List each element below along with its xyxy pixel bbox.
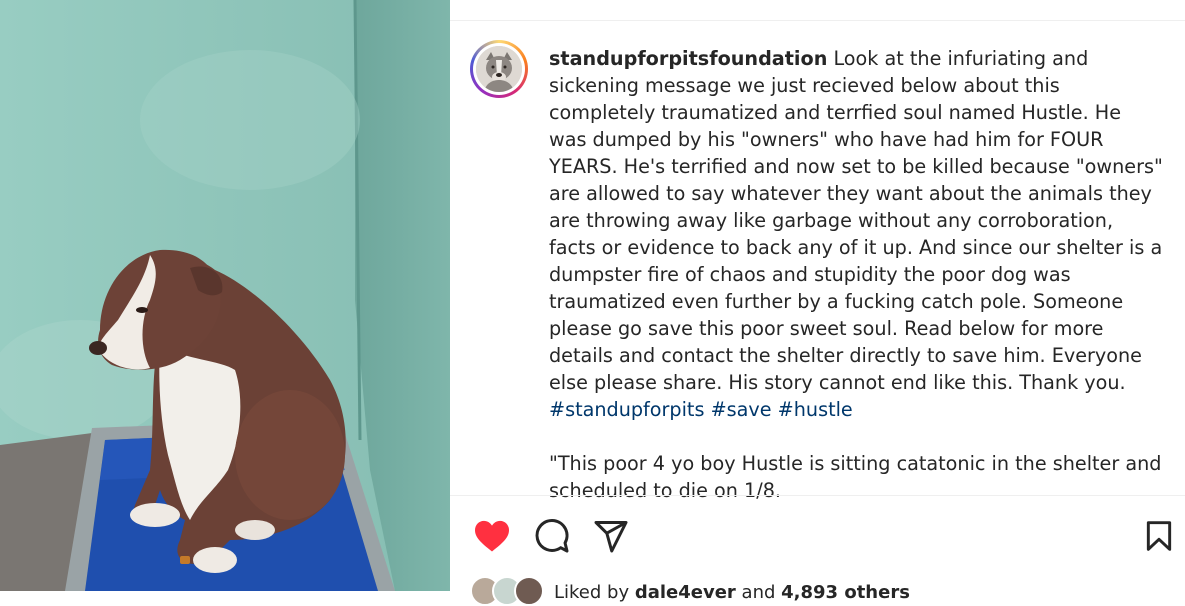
avatar [476,46,522,92]
like-button[interactable] [472,516,512,556]
post-photo[interactable] [0,0,450,591]
liker-username[interactable]: dale4ever [635,582,736,603]
heart-filled-icon [475,520,509,552]
post-caption: standupforpitsfoundation Look at the inf… [549,45,1164,504]
hashtag-link[interactable]: #save [711,398,772,421]
comment-button[interactable] [532,516,572,556]
post-detail-panel: standupforpitsfoundation Look at the inf… [450,0,1185,606]
save-button[interactable] [1139,516,1179,556]
hashtag-link[interactable]: #hustle [778,398,853,421]
likes-summary[interactable]: Liked by dale4ever and 4,893 others [470,576,1170,606]
dog-photo-image [0,0,450,591]
actions-divider [450,495,1185,496]
bookmark-icon [1146,521,1172,551]
share-button[interactable] [591,516,631,556]
header-strip [450,0,1185,21]
comment-bubble-icon [535,518,569,553]
hashtag-link[interactable]: #standupforpits [549,398,704,421]
caption-text: Look at the infuriating and sickening me… [549,47,1163,394]
paper-plane-icon [594,521,628,553]
caption-username[interactable]: standupforpitsfoundation [549,47,827,70]
story-ring-avatar[interactable] [470,40,528,98]
post-actions-bar [450,500,1185,570]
likes-count-link[interactable]: 4,893 others [781,582,910,603]
likes-text: Liked by dale4ever and 4,893 others [554,582,910,603]
liker-avatar [514,576,544,606]
